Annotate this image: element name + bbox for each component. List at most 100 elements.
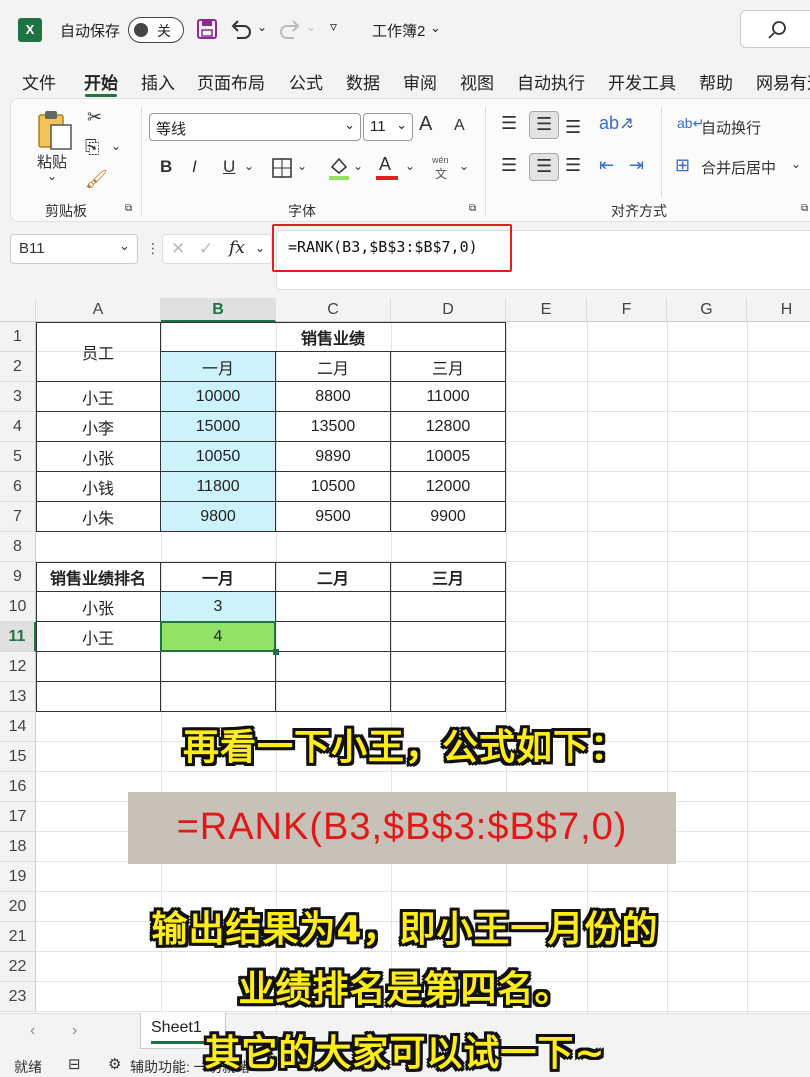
merge-dropdown-icon[interactable]: ⌄ — [791, 157, 801, 171]
table-cell[interactable]: 9890 — [276, 442, 391, 472]
column-header[interactable]: H — [747, 298, 810, 322]
tab-7[interactable]: 审阅 — [403, 69, 437, 94]
enter-icon[interactable]: ✓ — [199, 239, 213, 259]
table-cell[interactable] — [391, 682, 506, 712]
tab-1[interactable]: 文件 — [22, 69, 56, 94]
column-header[interactable]: A — [36, 298, 161, 322]
row-header[interactable]: 6 — [0, 472, 36, 502]
column-header[interactable]: E — [506, 298, 587, 322]
table-cell[interactable] — [276, 622, 391, 652]
fx-chevron-down-icon[interactable]: ⌄ — [255, 241, 265, 255]
table-cell[interactable]: 9500 — [276, 502, 391, 532]
table-cell[interactable] — [276, 652, 391, 682]
wrap-text-button[interactable]: 自动换行 — [701, 117, 761, 138]
header-cell[interactable]: 一月 — [161, 562, 276, 592]
underline-dropdown-icon[interactable]: ⌄ — [244, 159, 254, 173]
row-header[interactable]: 3 — [0, 382, 36, 412]
tab-3[interactable]: 插入 — [141, 69, 175, 94]
insert-function-button[interactable]: fx — [229, 238, 245, 258]
column-header[interactable]: C — [276, 298, 391, 322]
cancel-icon[interactable]: ✕ — [171, 239, 185, 259]
table-cell[interactable]: 3 — [161, 592, 276, 622]
align-center-button[interactable]: ☰ — [529, 153, 559, 181]
redo-dropdown-icon[interactable]: ⌄ — [306, 20, 316, 34]
fill-color-dropdown-icon[interactable]: ⌄ — [353, 159, 363, 173]
font-launcher-icon[interactable]: ⧉ — [469, 203, 476, 214]
table-cell[interactable]: 10050 — [161, 442, 276, 472]
table-cell[interactable] — [161, 652, 276, 682]
table-cell[interactable] — [391, 622, 506, 652]
table-cell[interactable]: 13500 — [276, 412, 391, 442]
phonetic-guide-icon[interactable]: 文 — [435, 165, 447, 182]
header-cell[interactable]: 三月 — [391, 352, 506, 382]
redo-icon[interactable] — [278, 18, 302, 40]
row-header[interactable]: 9 — [0, 562, 36, 592]
align-left-icon[interactable]: ☰ — [501, 155, 517, 176]
table-cell[interactable]: 8800 — [276, 382, 391, 412]
copy-icon[interactable]: ⎘ — [85, 137, 99, 158]
orientation-dropdown-icon[interactable]: ⌄ — [625, 117, 635, 131]
row-header[interactable]: 11 — [0, 622, 36, 652]
header-cell[interactable]: 二月 — [276, 562, 391, 592]
row-header[interactable]: 7 — [0, 502, 36, 532]
table-cell[interactable] — [391, 592, 506, 622]
header-cell[interactable]: 二月 — [276, 352, 391, 382]
formula-text[interactable]: =RANK(B3,$B$3:$B$7,0) — [288, 238, 478, 256]
decrease-indent-icon[interactable]: ⇤ — [599, 155, 614, 176]
table-cell[interactable]: 小钱 — [36, 472, 161, 502]
tab-2[interactable]: 开始 — [84, 69, 118, 94]
row-header[interactable]: 1 — [0, 322, 36, 352]
tab-10[interactable]: 开发工具 — [608, 69, 676, 94]
table-cell[interactable]: 10000 — [161, 382, 276, 412]
font-color-icon[interactable]: A — [379, 154, 391, 175]
merge-center-button[interactable]: 合并后居中 — [701, 157, 776, 178]
table-cell[interactable] — [36, 652, 161, 682]
table-cell[interactable]: 9800 — [161, 502, 276, 532]
table-cell[interactable]: 12800 — [391, 412, 506, 442]
workbook-name[interactable]: 工作簿2 — [372, 20, 425, 41]
clipboard-launcher-icon[interactable]: ⧉ — [125, 203, 132, 214]
tab-5[interactable]: 公式 — [289, 69, 323, 94]
row-header[interactable]: 4 — [0, 412, 36, 442]
paste-icon[interactable] — [35, 109, 75, 153]
row-header[interactable]: 2 — [0, 352, 36, 382]
decrease-font-size-icon[interactable]: A — [454, 117, 465, 135]
cut-icon[interactable]: ✂ — [87, 107, 102, 128]
table-cell[interactable]: 小王 — [36, 382, 161, 412]
undo-dropdown-icon[interactable]: ⌄ — [257, 20, 267, 34]
table-cell[interactable] — [36, 682, 161, 712]
customize-toolbar-icon[interactable]: ▿ — [330, 18, 337, 35]
table-cell[interactable]: 小张 — [36, 442, 161, 472]
table-cell[interactable]: 15000 — [161, 412, 276, 442]
save-icon[interactable] — [196, 18, 218, 40]
table-cell[interactable]: 小朱 — [36, 502, 161, 532]
row-header[interactable]: 8 — [0, 532, 36, 562]
tab-12[interactable]: 网易有道 — [756, 69, 810, 94]
tab-4[interactable]: 页面布局 — [197, 69, 265, 94]
middle-align-button[interactable]: ☰ — [529, 111, 559, 139]
tab-6[interactable]: 数据 — [346, 69, 380, 94]
row-header[interactable]: 16 — [0, 772, 36, 802]
phonetic-guide-top[interactable]: wén — [432, 155, 449, 165]
table-cell[interactable]: 11800 — [161, 472, 276, 502]
autosave-toggle[interactable]: 关 — [128, 17, 184, 43]
search-box[interactable] — [740, 10, 810, 48]
tab-8[interactable]: 视图 — [460, 69, 494, 94]
table-cell[interactable]: 10500 — [276, 472, 391, 502]
header-cell[interactable]: 销售业绩 — [161, 322, 506, 352]
font-name-dropdown[interactable]: 等线 ⌄ — [149, 113, 361, 141]
increase-indent-icon[interactable]: ⇥ — [629, 155, 644, 176]
name-box[interactable]: B11 ⌄ — [10, 234, 138, 264]
bold-button[interactable]: B — [160, 157, 172, 177]
table-cell[interactable]: 小王 — [36, 622, 161, 652]
underline-button[interactable]: U — [223, 157, 235, 177]
undo-icon[interactable] — [229, 18, 253, 40]
bottom-align-icon[interactable]: ☰ — [565, 117, 581, 138]
table-cell[interactable] — [161, 682, 276, 712]
alignment-launcher-icon[interactable]: ⧉ — [801, 203, 808, 214]
more-options-icon[interactable]: ⋮ — [146, 240, 160, 257]
row-header[interactable]: 5 — [0, 442, 36, 472]
select-all-corner[interactable] — [0, 298, 36, 322]
borders-dropdown-icon[interactable]: ⌄ — [297, 159, 307, 173]
column-header[interactable]: G — [667, 298, 747, 322]
